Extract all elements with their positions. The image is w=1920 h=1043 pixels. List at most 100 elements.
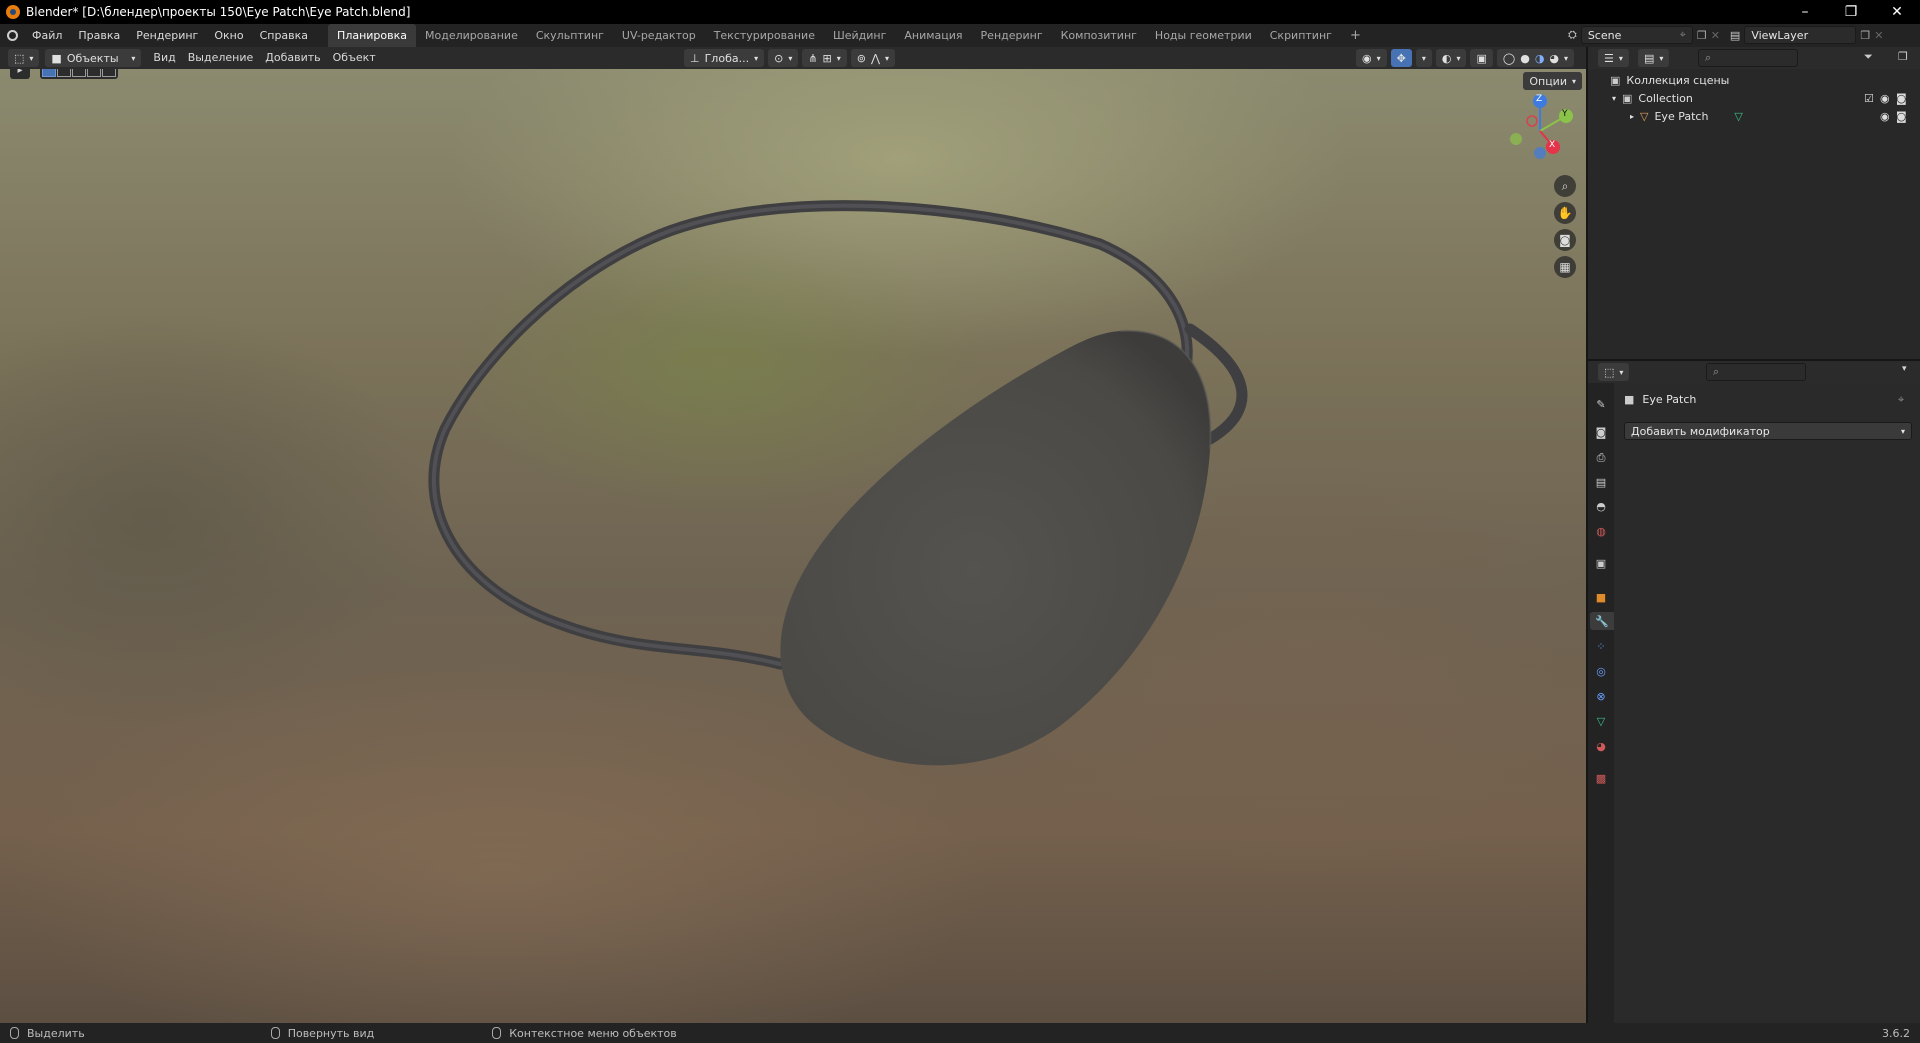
shading-modes[interactable]: ◯ ● ◑ ◕ ▾: [1496, 49, 1575, 67]
outliner-editor-type[interactable]: ☰ ▾: [1598, 49, 1629, 67]
visibility-eye-icon[interactable]: ◉: [1880, 92, 1890, 105]
material-shading-icon[interactable]: ◑: [1535, 52, 1545, 65]
3d-viewport[interactable]: ▸ Опции ▾ Z Y X ⌕ ✋ ◙ ▦: [0, 69, 1588, 1023]
render-camera-icon[interactable]: ◙: [1896, 110, 1907, 123]
menu-object[interactable]: Объект: [327, 47, 382, 69]
modifier-tab-icon[interactable]: 🔧: [1590, 612, 1614, 630]
pivot-dropdown[interactable]: ⊙ ▾: [768, 49, 799, 67]
pan-hand-icon[interactable]: ✋: [1554, 202, 1576, 224]
texture-tab-icon[interactable]: ▩: [1592, 769, 1610, 787]
tab-compositing[interactable]: Композитинг: [1052, 24, 1146, 47]
output-tab-icon[interactable]: ⎙: [1592, 449, 1610, 467]
zoom-icon[interactable]: ⌕: [1554, 175, 1576, 197]
add-workspace-button[interactable]: +: [1341, 24, 1370, 47]
selection-mode-group[interactable]: [40, 69, 118, 79]
pin-icon[interactable]: ⌖: [1898, 393, 1904, 407]
close-button[interactable]: ✕: [1874, 0, 1920, 24]
menu-edit[interactable]: Правка: [70, 24, 128, 47]
new-collection-icon[interactable]: ❐: [1898, 50, 1908, 63]
mesh-data-icon[interactable]: ▽: [1734, 110, 1742, 123]
tab-texture-paint[interactable]: Текстурирование: [705, 24, 824, 47]
expand-arrow-icon[interactable]: ▸: [1630, 112, 1634, 121]
data-tab-icon[interactable]: ▽: [1592, 712, 1610, 730]
tab-scripting[interactable]: Скриптинг: [1261, 24, 1341, 47]
tab-sculpting[interactable]: Скульптинг: [527, 24, 613, 47]
editor-type-dropdown[interactable]: ⬚ ▾: [8, 49, 40, 67]
material-tab-icon[interactable]: ◕: [1592, 737, 1610, 755]
menu-view[interactable]: Вид: [147, 47, 181, 69]
pin-icon[interactable]: ⌖: [1680, 28, 1686, 42]
select-tool-button[interactable]: ▸: [10, 69, 30, 79]
display-mode-dropdown[interactable]: ▤ ▾: [1638, 49, 1670, 67]
tab-uv-editing[interactable]: UV-редактор: [613, 24, 705, 47]
scene-tab-icon[interactable]: ◓: [1592, 497, 1610, 515]
overlay-toggle[interactable]: ◐ ▾: [1435, 49, 1467, 67]
select-invert-icon[interactable]: [87, 69, 101, 77]
delete-view-layer-icon[interactable]: ✕: [1874, 29, 1883, 42]
new-view-layer-icon[interactable]: ❐: [1860, 29, 1870, 42]
solid-shading-icon[interactable]: ●: [1520, 52, 1530, 65]
exclude-checkbox-icon[interactable]: ☑: [1864, 92, 1874, 105]
tree-row-eye-patch[interactable]: ▸ ▽ Eye Patch ▽ ◉ ◙: [1588, 107, 1920, 125]
particles-tab-icon[interactable]: ⁘: [1592, 637, 1610, 655]
properties-editor-type[interactable]: ⬚ ▾: [1598, 363, 1630, 381]
tree-row-scene-collection[interactable]: ▣ Коллекция сцены: [1588, 71, 1920, 89]
select-intersect-icon[interactable]: [102, 69, 116, 77]
menu-file[interactable]: Файл: [24, 24, 70, 47]
expand-arrow-icon[interactable]: ▾: [1612, 94, 1616, 103]
delete-scene-icon[interactable]: ✕: [1711, 29, 1720, 42]
mode-dropdown[interactable]: ■ Объекты ▾: [45, 49, 142, 67]
properties-panel: ■ Eye Patch ⌖ Добавить модификатор ▾: [1614, 383, 1920, 1023]
tab-layout[interactable]: Планировка: [328, 24, 417, 47]
view-layer-icon[interactable]: ▤: [1730, 29, 1740, 42]
select-new-icon[interactable]: [42, 69, 56, 77]
menu-help[interactable]: Справка: [252, 24, 316, 47]
gizmo-dropdown[interactable]: ▾: [1415, 49, 1432, 67]
perspective-grid-icon[interactable]: ▦: [1554, 256, 1576, 278]
physics-tab-icon[interactable]: ◎: [1592, 662, 1610, 680]
new-scene-icon[interactable]: ❐: [1697, 29, 1707, 42]
tab-geometry-nodes[interactable]: Ноды геометрии: [1146, 24, 1261, 47]
snap-dropdown[interactable]: ⋔ ⊞ ▾: [802, 49, 847, 67]
scene-field[interactable]: Scene ⌖: [1580, 26, 1693, 44]
render-camera-icon[interactable]: ◙: [1896, 92, 1907, 105]
outliner-search-input[interactable]: ⌕: [1698, 49, 1798, 67]
tab-rendering[interactable]: Рендеринг: [972, 24, 1052, 47]
menu-render[interactable]: Рендеринг: [128, 24, 206, 47]
gizmo-toggle[interactable]: ✥: [1390, 49, 1412, 67]
blender-menu-icon[interactable]: [0, 24, 24, 47]
tree-row-collection[interactable]: ▾ ▣ Collection ☑ ◉ ◙: [1588, 89, 1920, 107]
constraints-tab-icon[interactable]: ⊗: [1592, 687, 1610, 705]
menu-add[interactable]: Добавить: [259, 47, 326, 69]
chevron-down-icon[interactable]: ▾: [1902, 364, 1907, 374]
visibility-dropdown[interactable]: ◉ ▾: [1356, 49, 1387, 67]
snap-target-icon: ⊞: [822, 51, 832, 65]
menu-window[interactable]: Окно: [206, 24, 251, 47]
tab-animation[interactable]: Анимация: [895, 24, 971, 47]
restore-button[interactable]: ❐: [1828, 0, 1874, 24]
orientation-dropdown[interactable]: ⊥ Глоба... ▾: [684, 49, 765, 67]
select-extend-icon[interactable]: [57, 69, 71, 77]
visibility-eye-icon[interactable]: ◉: [1880, 110, 1890, 123]
view-layer-tab-icon[interactable]: ▤: [1592, 473, 1610, 491]
scene-icon[interactable]: ⛭: [1568, 28, 1577, 42]
rendered-shading-icon[interactable]: ◕: [1549, 52, 1559, 65]
view-layer-field[interactable]: ViewLayer: [1744, 26, 1857, 44]
tab-shading[interactable]: Шейдинг: [824, 24, 895, 47]
world-tab-icon[interactable]: ◍: [1592, 522, 1610, 540]
filter-icon[interactable]: ⏷: [1864, 50, 1873, 64]
wireframe-shading-icon[interactable]: ◯: [1503, 52, 1515, 65]
render-tab-icon[interactable]: ◙: [1592, 423, 1610, 441]
object-tab-icon[interactable]: ■: [1592, 588, 1610, 606]
menu-select[interactable]: Выделение: [182, 47, 260, 69]
xray-toggle[interactable]: ▣: [1470, 49, 1493, 67]
add-modifier-dropdown[interactable]: Добавить модификатор ▾: [1624, 422, 1912, 440]
collection-tab-icon[interactable]: ▣: [1592, 554, 1610, 572]
camera-view-icon[interactable]: ◙: [1554, 229, 1576, 251]
properties-search-input[interactable]: ⌕: [1706, 363, 1806, 381]
proportional-edit-dropdown[interactable]: ⊚ ⋀ ▾: [850, 49, 896, 67]
select-subtract-icon[interactable]: [72, 69, 86, 77]
minimize-button[interactable]: –: [1782, 0, 1828, 24]
tool-tab-icon[interactable]: ✎: [1592, 395, 1610, 413]
tab-modeling[interactable]: Моделирование: [416, 24, 527, 47]
